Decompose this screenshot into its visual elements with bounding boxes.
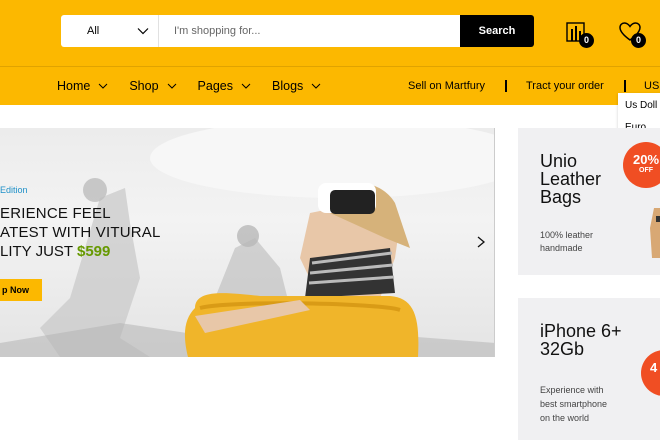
search-bar: All Search — [61, 15, 534, 47]
banner-headline-line1: ERIENCE FEEL — [0, 205, 111, 222]
promo-product-image — [650, 208, 660, 258]
promo-desc: Experience with — [540, 385, 604, 395]
main-nav: Home Shop Pages Blogs — [57, 79, 342, 93]
banner-headline-line3: LITY JUST $599 — [0, 243, 110, 260]
banner-headline-text: LITY JUST — [0, 243, 77, 260]
wishlist-button[interactable]: 0 — [618, 20, 646, 48]
category-select[interactable]: All — [61, 15, 159, 47]
discount-badge: 4 — [641, 350, 660, 396]
chevron-down-icon — [137, 28, 149, 35]
nav-item-blogs[interactable]: Blogs — [272, 79, 321, 93]
banner-price: $599 — [76, 243, 111, 260]
nav-item-shop[interactable]: Shop — [129, 79, 176, 93]
header-divider — [0, 66, 660, 67]
promo-desc: best smartphone — [540, 399, 608, 409]
discount-percent: 20% — [632, 152, 660, 167]
hero-banner: Edition ERIENCE FEEL ATEST WITH VITURAL … — [0, 128, 495, 357]
discount-off-label: OFF — [639, 167, 653, 174]
promo-title: Unio — [540, 151, 578, 171]
wishlist-count-badge: 0 — [631, 33, 646, 48]
sell-link[interactable]: Sell on Martfury — [408, 80, 485, 92]
promo-title: iPhone 6+ — [540, 321, 622, 341]
chevron-down-icon — [98, 83, 108, 89]
promo-desc: on the world — [540, 413, 590, 423]
nav-item-home[interactable]: Home — [57, 79, 108, 93]
nav-item-label: Pages — [197, 79, 233, 93]
site-header: All Search 0 0 Home Shop Pages — [0, 0, 660, 105]
nav-separator — [624, 80, 626, 92]
nav-item-label: Blogs — [272, 79, 304, 93]
promo-title: 32Gb — [540, 339, 585, 359]
promo-card-leather-bags[interactable]: Unio Leather Bags 100% leather handmade … — [518, 128, 660, 275]
banner-edition-label: Edition — [0, 185, 28, 195]
promo-desc: handmade — [540, 243, 583, 253]
promo-desc: 100% leather — [540, 230, 594, 240]
track-order-link[interactable]: Tract your order — [526, 80, 604, 92]
search-button[interactable]: Search — [460, 15, 534, 47]
currency-toggle[interactable]: US — [644, 80, 659, 92]
promo-title: Bags — [540, 187, 582, 207]
currency-option-usd[interactable]: Us Doll — [618, 93, 660, 111]
chevron-down-icon — [311, 83, 321, 89]
nav-separator — [505, 80, 507, 92]
banner-headline-line2: ATEST WITH VITURAL — [0, 224, 161, 241]
category-select-value: All — [87, 25, 100, 37]
chevron-down-icon — [241, 83, 251, 89]
chevron-down-icon — [167, 83, 176, 89]
promo-card-iphone[interactable]: iPhone 6+ 32Gb Experience with best smar… — [518, 298, 660, 440]
compare-button[interactable]: 0 — [565, 20, 594, 48]
discount-percent: 4 — [650, 360, 658, 375]
compare-count-badge: 0 — [579, 33, 594, 48]
nav-item-label: Home — [57, 79, 91, 93]
discount-badge: 20% OFF — [623, 142, 660, 188]
nav-item-pages[interactable]: Pages — [198, 79, 251, 93]
shop-now-button[interactable]: p Now — [0, 279, 42, 301]
promo-title: Leather — [540, 169, 602, 189]
search-input[interactable] — [159, 15, 460, 47]
chevron-right-icon[interactable] — [474, 235, 488, 249]
nav-item-label: Shop — [129, 79, 159, 93]
